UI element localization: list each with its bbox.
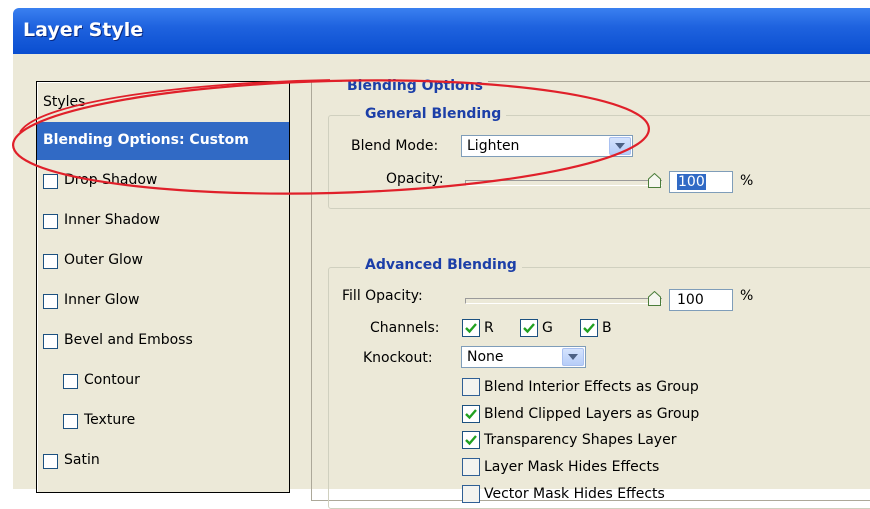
inner-shadow-checkbox[interactable]	[43, 214, 58, 229]
inner-glow-label: Inner Glow	[64, 292, 140, 308]
fill-opacity-label: Fill Opacity:	[342, 288, 423, 304]
general-blending-group	[328, 115, 870, 209]
styles-header[interactable]: Styles	[37, 82, 289, 120]
blending-options-item[interactable]: Blending Options: Custom	[37, 122, 289, 160]
texture-checkbox[interactable]	[63, 414, 78, 429]
knockout-select[interactable]: None	[461, 346, 586, 368]
style-item-satin[interactable]: Satin	[37, 442, 289, 480]
satin-checkbox[interactable]	[43, 454, 58, 469]
title-bar[interactable]: Layer Style	[13, 8, 870, 54]
channel-b-label: B	[602, 320, 612, 336]
layer-style-dialog: Styles Blending Options: Custom Drop Sha…	[13, 54, 870, 509]
layer-mask-hides-label: Layer Mask Hides Effects	[484, 459, 660, 475]
outer-glow-label: Outer Glow	[64, 252, 143, 268]
chevron-down-icon[interactable]	[562, 348, 584, 366]
styles-list: Styles Blending Options: Custom Drop Sha…	[36, 81, 290, 493]
style-item-texture[interactable]: Texture	[37, 402, 289, 440]
opacity-percent: %	[740, 173, 754, 189]
blend-interior-checkbox[interactable]	[462, 378, 480, 396]
channels-label: Channels:	[370, 320, 440, 336]
style-item-contour[interactable]: Contour	[37, 362, 289, 400]
fill-opacity-value: 100	[677, 292, 704, 308]
style-item-bevel-emboss[interactable]: Bevel and Emboss	[37, 322, 289, 360]
blend-interior-label: Blend Interior Effects as Group	[484, 379, 699, 395]
check-icon	[583, 323, 595, 334]
check-icon	[465, 409, 477, 420]
fill-opacity-percent: %	[740, 288, 754, 304]
contour-checkbox[interactable]	[63, 374, 78, 389]
fill-opacity-slider-thumb[interactable]	[648, 291, 661, 306]
style-item-inner-glow[interactable]: Inner Glow	[37, 282, 289, 320]
blending-options-panel: Blending Options General Blending Blend …	[311, 78, 870, 509]
opacity-input[interactable]: 100	[669, 171, 733, 193]
channel-g-checkbox[interactable]	[520, 319, 538, 337]
outer-glow-checkbox[interactable]	[43, 254, 58, 269]
transparency-shapes-checkbox[interactable]	[462, 431, 480, 449]
bevel-emboss-label: Bevel and Emboss	[64, 332, 193, 348]
channel-g-label: G	[542, 320, 553, 336]
blending-options-label: Blending Options: Custom	[43, 132, 249, 148]
channel-r-label: R	[484, 320, 494, 336]
inner-glow-checkbox[interactable]	[43, 294, 58, 309]
opacity-slider[interactable]	[465, 180, 662, 186]
advanced-blending-title: Advanced Blending	[360, 257, 522, 273]
satin-label: Satin	[64, 452, 100, 468]
transparency-shapes-label: Transparency Shapes Layer	[484, 432, 677, 448]
drop-shadow-label: Drop Shadow	[64, 172, 158, 188]
vector-mask-hides-checkbox[interactable]	[462, 485, 480, 503]
channel-r-checkbox[interactable]	[462, 319, 480, 337]
bevel-emboss-checkbox[interactable]	[43, 334, 58, 349]
knockout-value: None	[467, 349, 504, 365]
blend-mode-label: Blend Mode:	[351, 138, 439, 154]
blend-mode-value: Lighten	[467, 138, 520, 154]
opacity-slider-thumb[interactable]	[648, 173, 661, 188]
chevron-down-icon[interactable]	[609, 137, 631, 155]
window-title: Layer Style	[23, 19, 144, 41]
blend-clipped-checkbox[interactable]	[462, 405, 480, 423]
drop-shadow-checkbox[interactable]	[43, 174, 58, 189]
channel-b-checkbox[interactable]	[580, 319, 598, 337]
blend-clipped-label: Blend Clipped Layers as Group	[484, 406, 700, 422]
opacity-label: Opacity:	[386, 171, 444, 187]
fill-opacity-slider[interactable]	[465, 298, 662, 304]
blend-mode-select[interactable]: Lighten	[461, 135, 633, 157]
style-item-inner-shadow[interactable]: Inner Shadow	[37, 202, 289, 240]
style-item-outer-glow[interactable]: Outer Glow	[37, 242, 289, 280]
fill-opacity-input[interactable]: 100	[669, 289, 733, 311]
inner-shadow-label: Inner Shadow	[64, 212, 160, 228]
contour-label: Contour	[84, 372, 140, 388]
styles-header-label: Styles	[43, 94, 86, 110]
vector-mask-hides-label: Vector Mask Hides Effects	[484, 486, 665, 502]
style-item-drop-shadow[interactable]: Drop Shadow	[37, 162, 289, 200]
check-icon	[523, 323, 535, 334]
check-icon	[465, 323, 477, 334]
knockout-label: Knockout:	[363, 350, 433, 366]
general-blending-title: General Blending	[360, 106, 507, 122]
texture-label: Texture	[84, 412, 136, 428]
blending-options-title: Blending Options	[342, 78, 488, 94]
layer-mask-hides-checkbox[interactable]	[462, 458, 480, 476]
check-icon	[465, 435, 477, 446]
opacity-value: 100	[677, 174, 706, 190]
